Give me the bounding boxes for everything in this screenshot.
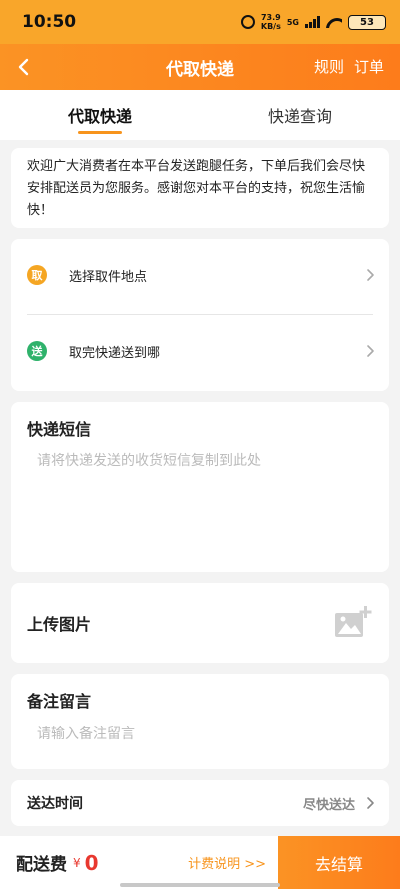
add-image-icon[interactable] <box>333 605 373 641</box>
home-indicator <box>120 883 280 887</box>
remark-input[interactable] <box>27 726 373 742</box>
sms-card: 快递短信 <box>11 402 389 572</box>
status-icons: 73.9 KB/s 5G 53 <box>240 13 386 31</box>
fee-label: 配送费 <box>16 855 67 875</box>
notice-card: 欢迎广大消费者在本平台发送跑腿任务，下单后我们会尽快安排配送员为您服务。感谢您对… <box>11 148 389 228</box>
tab-bar: 代取快递 快递查询 <box>0 90 400 140</box>
rules-link[interactable]: 规则 <box>314 56 344 77</box>
dropoff-badge: 送 <box>27 341 47 361</box>
tab-express-pickup[interactable]: 代取快递 <box>0 90 200 140</box>
remark-card: 备注留言 <box>11 674 389 769</box>
nav-bar: 代取快递 规则 订单 <box>0 44 400 90</box>
alarm-icon <box>240 15 255 29</box>
checkout-button[interactable]: 去结算 <box>278 836 400 889</box>
delivery-time-row[interactable]: 送达时间 尽快送达 <box>11 780 389 826</box>
net-speed: 73.9 KB/s <box>261 13 281 31</box>
dropoff-location-row[interactable]: 送 取完快递送到哪 <box>11 315 389 387</box>
dropoff-location-label: 取完快递送到哪 <box>69 345 161 361</box>
notice-text: 欢迎广大消费者在本平台发送跑腿任务，下单后我们会尽快安排配送员为您服务。感谢您对… <box>27 159 366 218</box>
bottom-bar: 配送费 ¥ 0 计费说明 >> 去结算 <box>0 836 400 889</box>
upload-card: 上传图片 <box>11 583 389 663</box>
tab-express-tracking[interactable]: 快递查询 <box>200 90 400 140</box>
pickup-badge: 取 <box>27 265 47 285</box>
net-speed-unit: KB/s <box>260 22 281 31</box>
status-bar: 10:50 73.9 KB/s 5G 53 <box>0 0 400 44</box>
battery-icon: 53 <box>348 14 386 30</box>
upload-title: 上传图片 <box>27 615 92 634</box>
currency-symbol: ¥ <box>73 855 81 870</box>
fee-value: 0 <box>84 850 99 875</box>
signal-icon <box>305 16 320 28</box>
remark-title: 备注留言 <box>27 692 92 711</box>
status-time: 10:50 <box>22 12 77 32</box>
sms-title: 快递短信 <box>27 420 92 439</box>
chevron-right-icon <box>367 797 374 809</box>
pickup-location-label: 选择取件地点 <box>69 269 148 285</box>
delivery-time-label: 送达时间 <box>27 796 83 812</box>
pickup-location-row[interactable]: 取 选择取件地点 <box>11 239 389 311</box>
net-type: 5G <box>286 17 299 27</box>
fee-explanation-link[interactable]: 计费说明 >> <box>188 853 266 872</box>
orders-link[interactable]: 订单 <box>354 56 384 77</box>
chevron-right-icon <box>367 345 374 357</box>
back-icon[interactable] <box>14 57 34 77</box>
delivery-time-value: 尽快送达 <box>302 797 355 813</box>
net-speed-value: 73.9 <box>260 13 281 22</box>
location-card: 取 选择取件地点 送 取完快递送到哪 <box>11 239 389 391</box>
chevron-right-icon <box>367 269 374 281</box>
wifi-icon <box>326 16 342 28</box>
sms-input[interactable] <box>27 450 373 550</box>
nav-actions: 规则 订单 <box>314 56 384 77</box>
